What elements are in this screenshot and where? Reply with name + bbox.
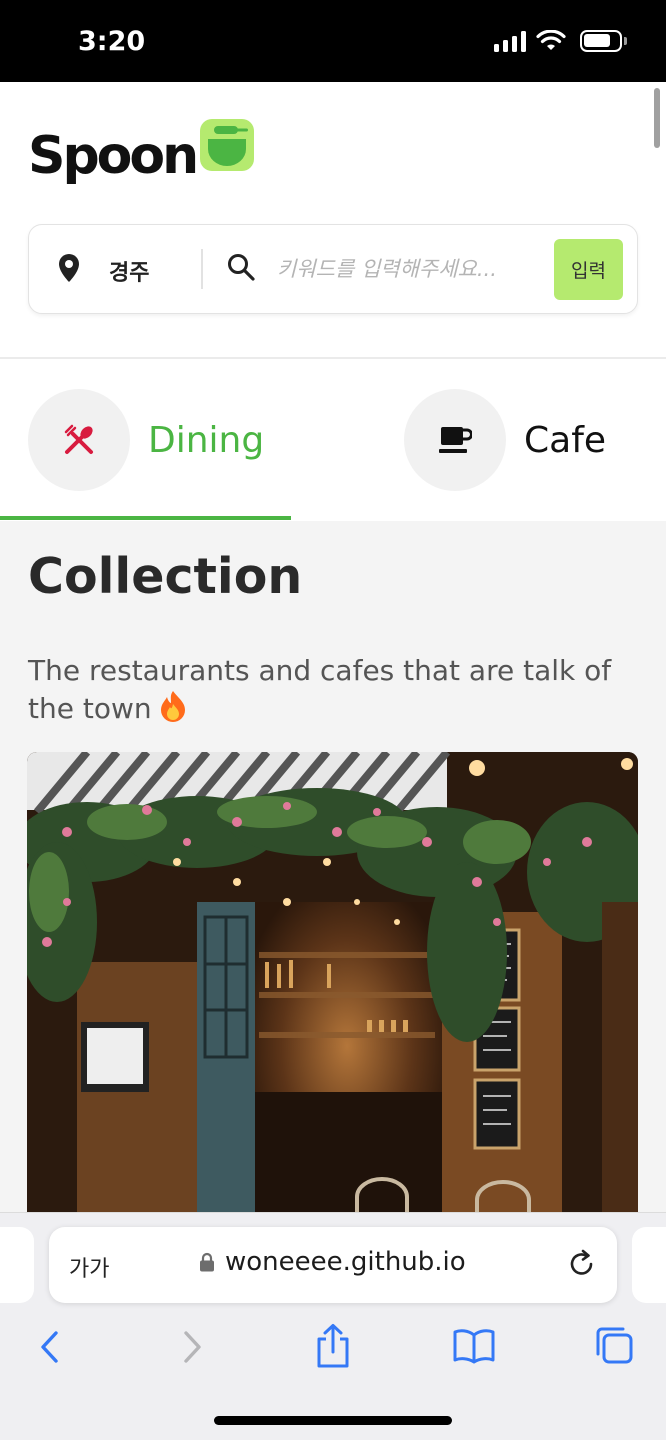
browser-toolbar xyxy=(0,1317,666,1377)
collection-restaurant-photo[interactable] xyxy=(27,752,638,1222)
location-selector[interactable]: 경주 xyxy=(109,255,149,287)
site-header: Spoon 경주 입력 xyxy=(0,82,666,358)
location-pin-icon xyxy=(59,254,79,282)
search-divider xyxy=(201,249,203,289)
collection-subtitle-text: The restaurants and cafes that are talk … xyxy=(28,654,612,725)
logo[interactable]: Spoon xyxy=(28,119,255,186)
bookmarks-icon[interactable] xyxy=(452,1327,496,1365)
search-input[interactable] xyxy=(277,247,549,291)
status-time: 3:20 xyxy=(78,26,146,57)
tab-dining[interactable]: Dining xyxy=(28,359,264,521)
browser-bottom-bar: 가가 woneeee.github.io xyxy=(0,1212,666,1440)
scrollbar-thumb[interactable] xyxy=(654,88,660,148)
tab-cafe-label: Cafe xyxy=(524,419,607,461)
fork-knife-icon xyxy=(64,424,93,454)
restaurant-storefront-image xyxy=(27,752,638,1222)
address-bar[interactable]: 가가 woneeee.github.io xyxy=(49,1227,617,1303)
wifi-icon xyxy=(536,30,566,50)
collection-title: Collection xyxy=(28,548,303,605)
forward-icon[interactable] xyxy=(178,1327,206,1367)
reload-icon[interactable] xyxy=(567,1249,597,1279)
page-settings-button[interactable]: 가가 xyxy=(69,1251,109,1283)
share-icon[interactable] xyxy=(314,1323,352,1369)
fire-icon xyxy=(160,691,185,722)
next-tab-preview[interactable] xyxy=(632,1227,666,1303)
collection-subtitle: The restaurants and cafes that are talk … xyxy=(28,652,648,728)
logo-text: Spoon xyxy=(28,126,199,186)
url-text: woneeee.github.io xyxy=(225,1247,466,1277)
search-bar: 경주 입력 xyxy=(28,224,638,314)
lock-icon xyxy=(200,1252,214,1272)
cafe-icon-circle xyxy=(404,389,506,491)
battery-icon xyxy=(580,30,627,52)
previous-tab-preview[interactable] xyxy=(0,1227,34,1303)
search-submit-button[interactable]: 입력 xyxy=(554,239,623,300)
cellular-signal-icon xyxy=(494,30,526,52)
category-tabs: Dining Cafe xyxy=(0,359,666,521)
url-display: woneeee.github.io xyxy=(199,1247,466,1277)
status-icons xyxy=(494,30,627,52)
coffee-cup-icon xyxy=(439,427,472,453)
search-icon xyxy=(228,254,255,281)
tab-dining-label: Dining xyxy=(148,419,265,461)
status-bar: 3:20 xyxy=(0,0,666,82)
tabs-icon[interactable] xyxy=(594,1325,634,1365)
home-indicator[interactable] xyxy=(214,1416,452,1425)
active-tab-indicator xyxy=(0,516,291,520)
dining-icon-circle xyxy=(28,389,130,491)
back-icon[interactable] xyxy=(36,1327,64,1367)
spoon-bowl-logo-icon xyxy=(200,119,255,171)
tab-cafe[interactable]: Cafe xyxy=(404,359,606,521)
